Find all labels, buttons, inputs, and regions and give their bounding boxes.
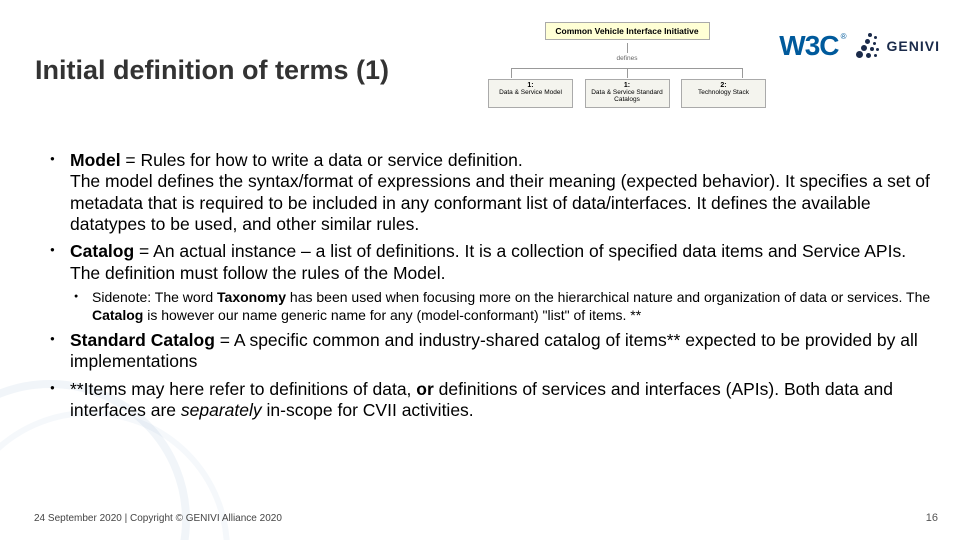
diagram-header-box: Common Vehicle Interface Initiative [545,22,710,40]
bullet-items-note: **Items may here refer to definitions of… [48,379,938,422]
bullet-standard-catalog: Standard Catalog = A specific common and… [48,330,938,373]
diagram-box-3: 2: Technology Stack [681,79,766,108]
genivi-logo: GENIVI [851,31,940,61]
term-separately: separately [181,400,262,420]
text: Sidenote: The word [92,289,217,305]
diagram-box-2: 1: Data & Service Standard Catalogs [585,79,670,108]
term-or: or [416,379,434,399]
text: in-scope for CVII activities. [262,400,474,420]
term-catalog-inline: Catalog [92,307,143,323]
text: is however our name generic name for any… [143,307,641,323]
slide: Initial definition of terms (1) Common V… [0,0,960,540]
text: = Rules for how to write a data or servi… [121,150,523,170]
bullet-model: Model = Rules for how to write a data or… [48,150,938,235]
diagram-box-bottom: Data & Service Model [491,89,570,96]
w3c-logo: W3C® [779,30,838,62]
genivi-text: GENIVI [887,38,940,54]
diagram-box-top: 1: [491,82,570,89]
genivi-dots-icon [851,31,881,61]
term-model: Model [70,150,121,170]
term-catalog-suffix: Catalog [146,330,215,350]
text: has been used when focusing more on the … [286,289,930,305]
page-number: 16 [926,512,938,524]
bullet-catalog: Catalog = An actual instance – a list of… [48,241,938,324]
footer: 24 September 2020 | Copyright © GENIVI A… [34,513,282,524]
term-taxonomy: Taxonomy [217,289,286,305]
connector [511,68,743,69]
diagram-defines-label: defines [488,55,766,62]
text: **Items may here refer to definitions of… [70,379,416,399]
footer-date: 24 September 2020 [34,513,122,524]
content: Model = Rules for how to write a data or… [48,150,938,427]
term-catalog: Catalog [70,241,134,261]
diagram-row: 1: Data & Service Model 1: Data & Servic… [488,79,766,108]
diagram-box-bottom: Data & Service Standard Catalogs [588,89,667,104]
text: = An actual instance – a list of definit… [70,241,906,282]
footer-sep: | [122,513,130,524]
diagram-box-1: 1: Data & Service Model [488,79,573,108]
diagram-box-top: 1: [588,82,667,89]
cvii-diagram: Common Vehicle Interface Initiative defi… [488,22,766,108]
diagram-box-top: 2: [684,82,763,89]
footer-copyright: Copyright © GENIVI Alliance 2020 [130,513,282,524]
bullet-sidenote: Sidenote: The word Taxonomy has been use… [70,289,938,324]
text: The model defines the syntax/format of e… [70,171,930,234]
diagram-box-bottom: Technology Stack [684,89,763,96]
connector [627,43,628,53]
logo-row: W3C® GENIVI [779,30,940,62]
page-title: Initial definition of terms (1) [35,55,389,86]
term-standard: Standard [70,330,146,350]
